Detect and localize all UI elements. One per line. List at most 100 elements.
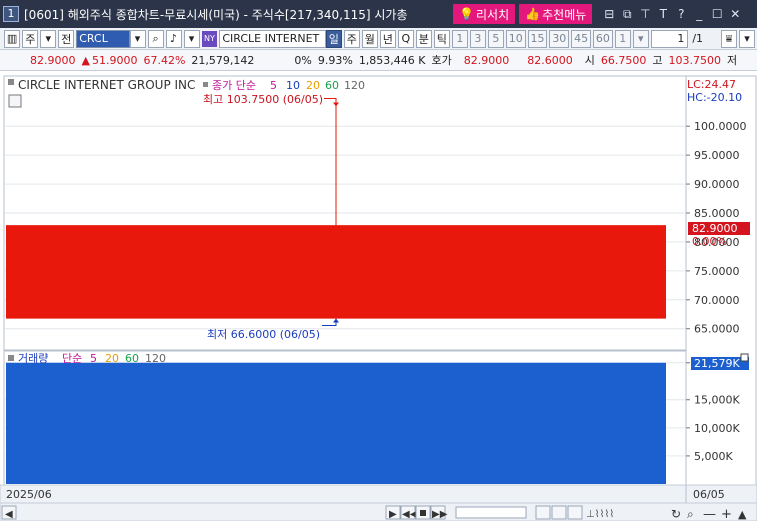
speaker-icon[interactable]: ♪ — [165, 29, 182, 48]
price-tick-label: 70.0000 — [694, 294, 740, 307]
zoom-icon[interactable]: ⌕ — [687, 507, 694, 521]
scroll-slider[interactable] — [455, 506, 527, 519]
candle-body[interactable] — [6, 225, 666, 319]
interval-5[interactable]: 5 — [487, 29, 504, 48]
chevron-down-icon[interactable]: ▾ — [40, 29, 57, 48]
play-icon: ▶ — [389, 509, 397, 520]
fast-forward-icon: ▶▶ — [432, 509, 448, 520]
page-input[interactable]: 1 — [650, 29, 689, 48]
volume-pct-a: 0% — [294, 53, 312, 67]
x-axis-bar — [0, 484, 757, 504]
period-tick-tab[interactable]: 틱 — [433, 29, 450, 48]
close-icon[interactable]: ✕ — [726, 7, 744, 22]
interval-60[interactable]: 60 — [593, 29, 613, 48]
recommend-label: 추천메뉴 — [542, 7, 587, 22]
pin-icon[interactable]: ⊤ — [636, 7, 654, 22]
price-tick-label: 65.0000 — [694, 323, 740, 336]
chevron-down-icon[interactable]: ▾ — [739, 29, 756, 48]
research-label: 리서치 — [476, 7, 510, 22]
layout-icon[interactable]: ⊟ — [600, 7, 618, 22]
zoom-in-icon[interactable]: + — [721, 507, 732, 521]
period-month-tab[interactable]: 월 — [361, 29, 378, 48]
period-quarter-tab[interactable]: Q — [397, 29, 414, 48]
vol-ma-60: 60 — [125, 352, 139, 365]
open-label: 시 — [584, 54, 595, 67]
interval-10[interactable]: 10 — [505, 29, 526, 48]
restore-icon[interactable]: ⧉ — [618, 7, 636, 22]
search-icon[interactable]: ⌕ — [147, 29, 164, 48]
symbol-code-input[interactable]: CRCL — [76, 29, 130, 48]
volume-pane-handle-icon[interactable] — [8, 355, 14, 361]
scroll-right-icon[interactable]: ▲ — [738, 508, 747, 521]
interval-3[interactable]: 3 — [469, 29, 486, 48]
price-pane-title: CIRCLE INTERNET GROUP INC — [18, 78, 195, 92]
price-tick-label: 85.0000 — [694, 207, 740, 220]
price-change-pct: 67.42% — [143, 53, 186, 67]
ma-60: 60 — [325, 79, 339, 92]
price-tick-label: 95.0000 — [694, 149, 740, 162]
period-year-tab[interactable]: 년 — [379, 29, 396, 48]
symbol-name-field[interactable]: CIRCLE INTERNET — [219, 29, 326, 48]
maximize-icon[interactable]: ☐ — [708, 7, 726, 22]
high-annotation: 최고 103.7500 (06/05) — [203, 93, 323, 106]
interval-1[interactable]: 1 — [451, 29, 468, 48]
volume-pane-title: 거래량 — [18, 352, 48, 365]
window-number[interactable]: 1 — [3, 6, 19, 22]
ma-5: 5 — [270, 79, 277, 92]
volume-tick-label: 5,000K — [694, 450, 733, 463]
layout-a-button[interactable] — [535, 505, 551, 520]
bottom-scroll-bar[interactable] — [0, 502, 757, 521]
price-tick-label: 90.0000 — [694, 178, 740, 191]
chevron-down-icon[interactable]: ▾ — [632, 29, 649, 48]
prev-button[interactable]: 전 — [58, 29, 75, 48]
chevron-down-icon[interactable]: ▾ — [183, 29, 200, 48]
high-label: 고 — [652, 54, 663, 67]
tools-icon[interactable]: ⩸ — [721, 29, 738, 48]
title-bar: 1 [0601] 해외주식 종합차트-무료시세(미국) - 주식수[217,34… — [0, 0, 757, 28]
period-day-tab[interactable]: 일 — [325, 29, 342, 48]
volume-bar[interactable] — [6, 362, 666, 484]
minimize-icon[interactable]: _ — [690, 7, 708, 22]
up-arrow-icon: ▲ — [81, 53, 90, 67]
chart-svg[interactable]: 65.000070.000075.000080.000085.000090.00… — [0, 71, 757, 521]
indicator-handle-icon[interactable] — [203, 82, 208, 87]
pane-close-icon[interactable] — [740, 353, 749, 362]
window-title: [0601] 해외주식 종합차트-무료시세(미국) - 주식수[217,340,… — [24, 7, 408, 22]
volume-tick-label: 15,000K — [694, 394, 740, 407]
last-price: 82.9000 — [30, 53, 76, 67]
lightbulb-icon: 💡 — [459, 7, 474, 21]
current-price-label: 82.9000 — [692, 222, 738, 235]
grid-icon[interactable] — [8, 94, 22, 108]
ma-10: 10 — [286, 79, 300, 92]
low-annotation: 최저 66.6000 (06/05) — [207, 328, 320, 341]
research-button[interactable]: 💡 리서치 — [453, 4, 516, 24]
period-week-tab[interactable]: 주 — [343, 29, 360, 48]
open-price: 66.7500 — [600, 53, 647, 67]
zoom-out-icon[interactable]: — — [703, 507, 716, 521]
period-select[interactable]: 주 — [22, 29, 39, 48]
interval-45[interactable]: 45 — [571, 29, 591, 48]
chart-area[interactable]: 65.0000 70.0000 75.0000 80.0000 85.0000 90.00… — [0, 71, 757, 521]
help-icon[interactable]: ? — [672, 7, 690, 22]
font-icon[interactable]: T — [654, 7, 672, 22]
current-pct-label: 0.00% — [692, 235, 727, 248]
pane-handle-icon[interactable] — [8, 79, 14, 85]
quote-bar: 82.9000 ▲ 51.9000 67.42% 21,579,142 0% 9… — [0, 50, 757, 71]
volume-pct-b: 9.93% — [317, 53, 353, 67]
layout-c-button[interactable] — [567, 505, 583, 520]
hc-label: HC:-20.10 — [687, 91, 742, 104]
chart-type-icon[interactable]: ▥ — [4, 29, 21, 48]
ask-label: 호가 — [431, 54, 452, 67]
chevron-down-icon[interactable]: ▾ — [129, 29, 146, 48]
period-minute-tab[interactable]: 분 — [415, 29, 432, 48]
interval-30[interactable]: 30 — [549, 29, 570, 48]
window-controls: ⊟ ⧉ ⊤ T ? _ ☐ ✕ — [600, 7, 744, 22]
current-volume-label: 21,579K — [694, 357, 740, 370]
lc-label: LC:24.47 — [687, 78, 736, 91]
recommend-menu-button[interactable]: 👍 추천메뉴 — [519, 4, 593, 24]
interval-15[interactable]: 15 — [527, 29, 548, 48]
interval-custom[interactable]: 1 — [614, 29, 631, 48]
refresh-icon[interactable]: ↻ — [671, 507, 681, 521]
draw-tools-icon[interactable]: ⊥⌇⌇⌇⌇ — [586, 509, 614, 520]
layout-b-button[interactable] — [551, 505, 567, 520]
